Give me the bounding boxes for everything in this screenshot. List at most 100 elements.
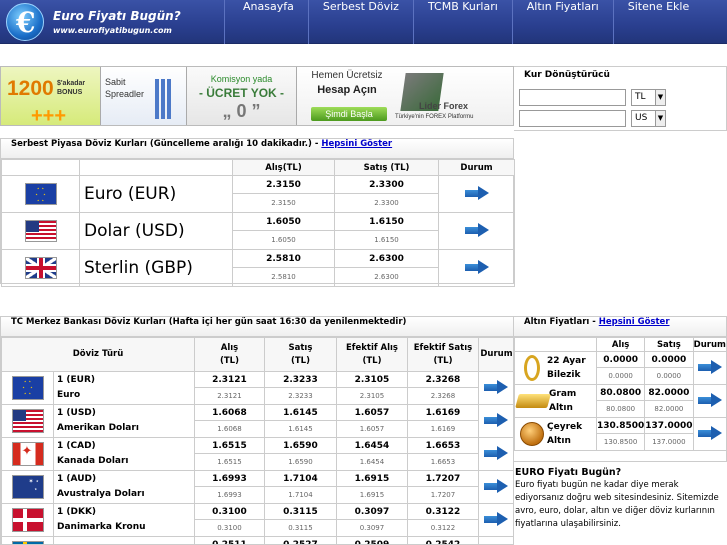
arrow-right-icon[interactable] — [697, 359, 722, 374]
forex-ad-banner[interactable]: 1200 $'akadar BONUS +++ Sabit Spreadler Ko… — [0, 66, 514, 127]
us-flag-icon — [11, 409, 44, 433]
currency-long-name: Danimarka Kronu — [57, 522, 146, 532]
sell-value: 2.3300 — [334, 175, 439, 194]
effective-sell-prev-value: 0.3122 — [406, 519, 479, 537]
gold-name-cell: Çeyrek Altın — [514, 417, 597, 451]
arrow-right-icon[interactable] — [464, 259, 489, 274]
effective-sell-value: 0.2542 — [406, 536, 479, 544]
header-flag-cell — [1, 159, 80, 176]
arrow-right-icon[interactable] — [484, 412, 509, 427]
status-cell — [477, 437, 513, 471]
free-market-table: Serbest Piyasa Döviz Kurları (Güncelleme… — [0, 138, 515, 287]
info-heading: EURO Fiyatı Bugün? — [515, 467, 622, 478]
gold-bar-icon — [515, 393, 551, 408]
converter-to-select[interactable]: US ▼ — [631, 110, 666, 127]
arrow-right-icon[interactable] — [464, 185, 489, 200]
effective-buy-value: 2.3105 — [335, 371, 408, 388]
effective-buy-prev-value: 0.3097 — [335, 519, 408, 537]
converter-to-input[interactable] — [519, 110, 626, 127]
table-row: Çeyrek Altın 130.8500 137.0000 — [514, 417, 726, 451]
eu-flag-icon — [24, 183, 57, 205]
logo-url[interactable]: www.eurofiyatibugun.com — [53, 26, 172, 35]
effective-sell-value: 1.6653 — [406, 437, 479, 454]
currency-name: 1 (AUD) Avustralya Doları — [53, 470, 195, 504]
arrow-right-icon[interactable] — [484, 511, 509, 526]
status-cell — [477, 404, 513, 438]
buy-value: 2.5810 — [232, 249, 335, 268]
table-row: 1 (EUR) Euro 2.31212.32332.31052.3268 — [1, 371, 513, 405]
nav-tcmb[interactable]: TCMB Kurları — [412, 0, 512, 44]
sell-value: 0.0000 — [644, 351, 694, 368]
gold-show-all-link[interactable]: Hepsini Göster — [599, 317, 670, 327]
chevron-down-icon[interactable]: ▼ — [655, 111, 665, 126]
nav-free-market[interactable]: Serbest Döviz — [307, 0, 413, 44]
eu-flag-icon — [11, 376, 44, 400]
sell-value: 0.2527 — [263, 536, 337, 544]
status-cell — [692, 417, 726, 451]
effective-buy-value: 0.2509 — [335, 536, 408, 544]
currency-long-name: Kanada Doları — [57, 456, 129, 466]
open-account-panel: Hemen Ücretsiz Hesap Açın Şimdi Başla Li… — [297, 67, 513, 125]
status-cell — [438, 249, 515, 287]
effective-sell-value: 2.3268 — [406, 371, 479, 388]
sell-value: 2.6300 — [334, 249, 439, 268]
effective-buy-value: 1.6454 — [335, 437, 408, 454]
free-market-title-text: Serbest Piyasa Döviz Kurları (Güncelleme… — [11, 139, 319, 149]
arrow-right-icon[interactable] — [697, 425, 722, 440]
info-text: Euro fiyatı bugün ne kadar diye merak ed… — [515, 480, 719, 529]
header-sell: Satış — [644, 337, 694, 352]
effective-buy-prev-value: 1.6057 — [335, 420, 408, 438]
sell-value: 137.0000 — [644, 417, 694, 434]
us-flag-icon — [24, 220, 57, 242]
converter-from-select[interactable]: TL ▼ — [631, 89, 666, 106]
sell-prev-value: 2.3300 — [334, 193, 439, 213]
flag-cell — [1, 503, 54, 537]
buy-prev-value: 130.8500 — [595, 433, 646, 451]
currency-code: 1 (CAD) — [57, 441, 96, 451]
nav-home[interactable]: Anasayfa — [224, 0, 308, 44]
chevron-down-icon[interactable]: ▼ — [655, 90, 665, 105]
logo-title[interactable]: Euro Fiyatı Bugün? — [53, 9, 181, 23]
currency-code: 1 (DKK) — [57, 507, 97, 517]
arrow-right-icon[interactable] — [484, 478, 509, 493]
currency-code: 1 (AUD) — [57, 474, 97, 484]
currency-long-name: Avustralya Doları — [57, 489, 145, 499]
nav-gold[interactable]: Altın Fiyatları — [511, 0, 613, 44]
sell-prev-value: 137.0000 — [644, 433, 694, 451]
sell-value: 82.0000 — [644, 384, 694, 401]
arrow-right-icon[interactable] — [484, 379, 509, 394]
currency-name: 1 (SEK) — [53, 536, 195, 544]
se-flag-icon — [11, 541, 44, 544]
arrow-right-icon[interactable] — [464, 222, 489, 237]
show-all-link[interactable]: Hepsini Göster — [321, 139, 392, 149]
flag-cell — [1, 404, 54, 438]
sell-prev-value: 2.6300 — [334, 267, 439, 287]
site-info: EURO Fiyatı Bugün? Euro fiyatı bugün ne … — [515, 467, 727, 531]
start-now-button[interactable]: Şimdi Başla — [311, 107, 387, 121]
arrow-right-icon[interactable] — [484, 445, 509, 460]
converter-from-input[interactable] — [519, 89, 626, 106]
arrow-right-icon[interactable] — [697, 392, 722, 407]
table-row: Sterlin (GBP) 2.5810 2.6300 — [1, 249, 515, 287]
spread-panel: Sabit Spreadler — [101, 67, 187, 125]
bonus-text-2: BONUS — [57, 89, 83, 96]
gold-table: Altın Fiyatları - Hepsini Göster Alış Sa… — [514, 316, 727, 462]
currency-converter: Kur Dönüştürücü TL ▼ US ▼ — [514, 66, 727, 131]
spread-line2: Spreadler — [105, 89, 145, 99]
table-header-row: Alış Satış Durum — [514, 337, 726, 352]
sell-value: 1.7104 — [263, 470, 337, 487]
currency-name: 1 (USD) Amerikan Doları — [53, 404, 195, 438]
sell-prev-value: 2.3233 — [263, 387, 337, 405]
effective-buy-value: 1.6915 — [335, 470, 408, 487]
effective-sell-value: 0.3122 — [406, 503, 479, 520]
nav-add-to-site[interactable]: Sitene Ekle — [612, 0, 704, 44]
commission-line2: - ÜCRET YOK - — [198, 86, 285, 100]
euro-globe-icon[interactable]: € — [6, 3, 44, 41]
sell-prev-value: 1.7104 — [263, 486, 337, 504]
table-row: 1 (USD) Amerikan Doları 1.6068 1.6145 1.6057… — [1, 404, 513, 438]
flag-cell — [1, 437, 54, 471]
tcmb-title: TC Merkez Bankası Döviz Kurları (Hafta i… — [1, 317, 513, 337]
header-effective-sell: Efektif Satış (TL) — [406, 337, 479, 372]
buy-value: 1.6993 — [193, 470, 265, 487]
header-name-cell — [514, 337, 597, 352]
